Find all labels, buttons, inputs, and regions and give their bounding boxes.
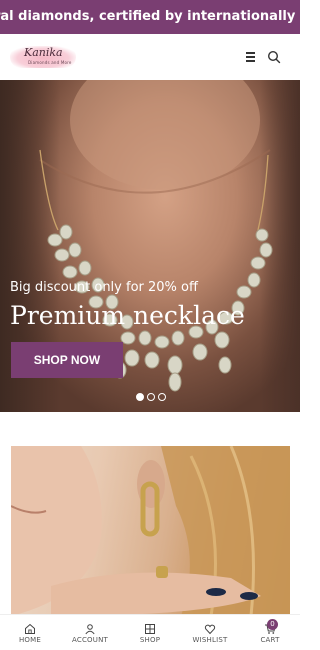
home-icon [25,623,35,634]
menu-icon[interactable] [243,49,259,65]
announcement-bar: ral diamonds, certified by international… [0,0,300,34]
nav-shop-label: SHOP [139,636,161,644]
nav-wishlist[interactable]: WISHLIST [180,615,240,650]
slider-dot[interactable] [136,393,144,401]
logo-name: Kanika [24,46,63,59]
hero-banner[interactable]: Big discount only for 20% off Premium ne… [0,80,300,412]
heart-icon [204,624,216,635]
shop-now-button[interactable]: SHOP NOW [11,342,123,378]
brand-logo[interactable]: Kanika Diamonds and More [10,42,80,70]
user-icon [85,624,95,635]
nav-wishlist-label: WISHLIST [192,636,228,644]
nav-home[interactable]: HOME [0,615,60,650]
grid-icon [145,624,155,634]
hero-title: Premium necklace [10,301,245,330]
nav-account-label: ACCOUNT [72,636,108,644]
nav-cart-label: CART [260,636,280,644]
slider-dot[interactable] [147,393,155,401]
search-icon[interactable] [266,49,282,65]
announcement-text: ral diamonds, certified by international… [0,9,300,24]
nav-shop[interactable]: SHOP [120,615,180,650]
cart-count-badge: 0 [267,619,278,630]
nav-home-label: HOME [18,636,42,644]
earring-model-image [11,446,290,616]
hero-subtitle: Big discount only for 20% off [10,280,198,295]
slider-dot[interactable] [158,393,166,401]
earring-promo-image[interactable] [11,446,290,616]
logo-tagline: Diamonds and More [28,60,72,65]
bottom-nav: HOME ACCOUNT SHOP WISHLIST CART [0,614,300,650]
nav-account[interactable]: ACCOUNT [60,615,120,650]
site-header: Kanika Diamonds and More [0,34,300,80]
